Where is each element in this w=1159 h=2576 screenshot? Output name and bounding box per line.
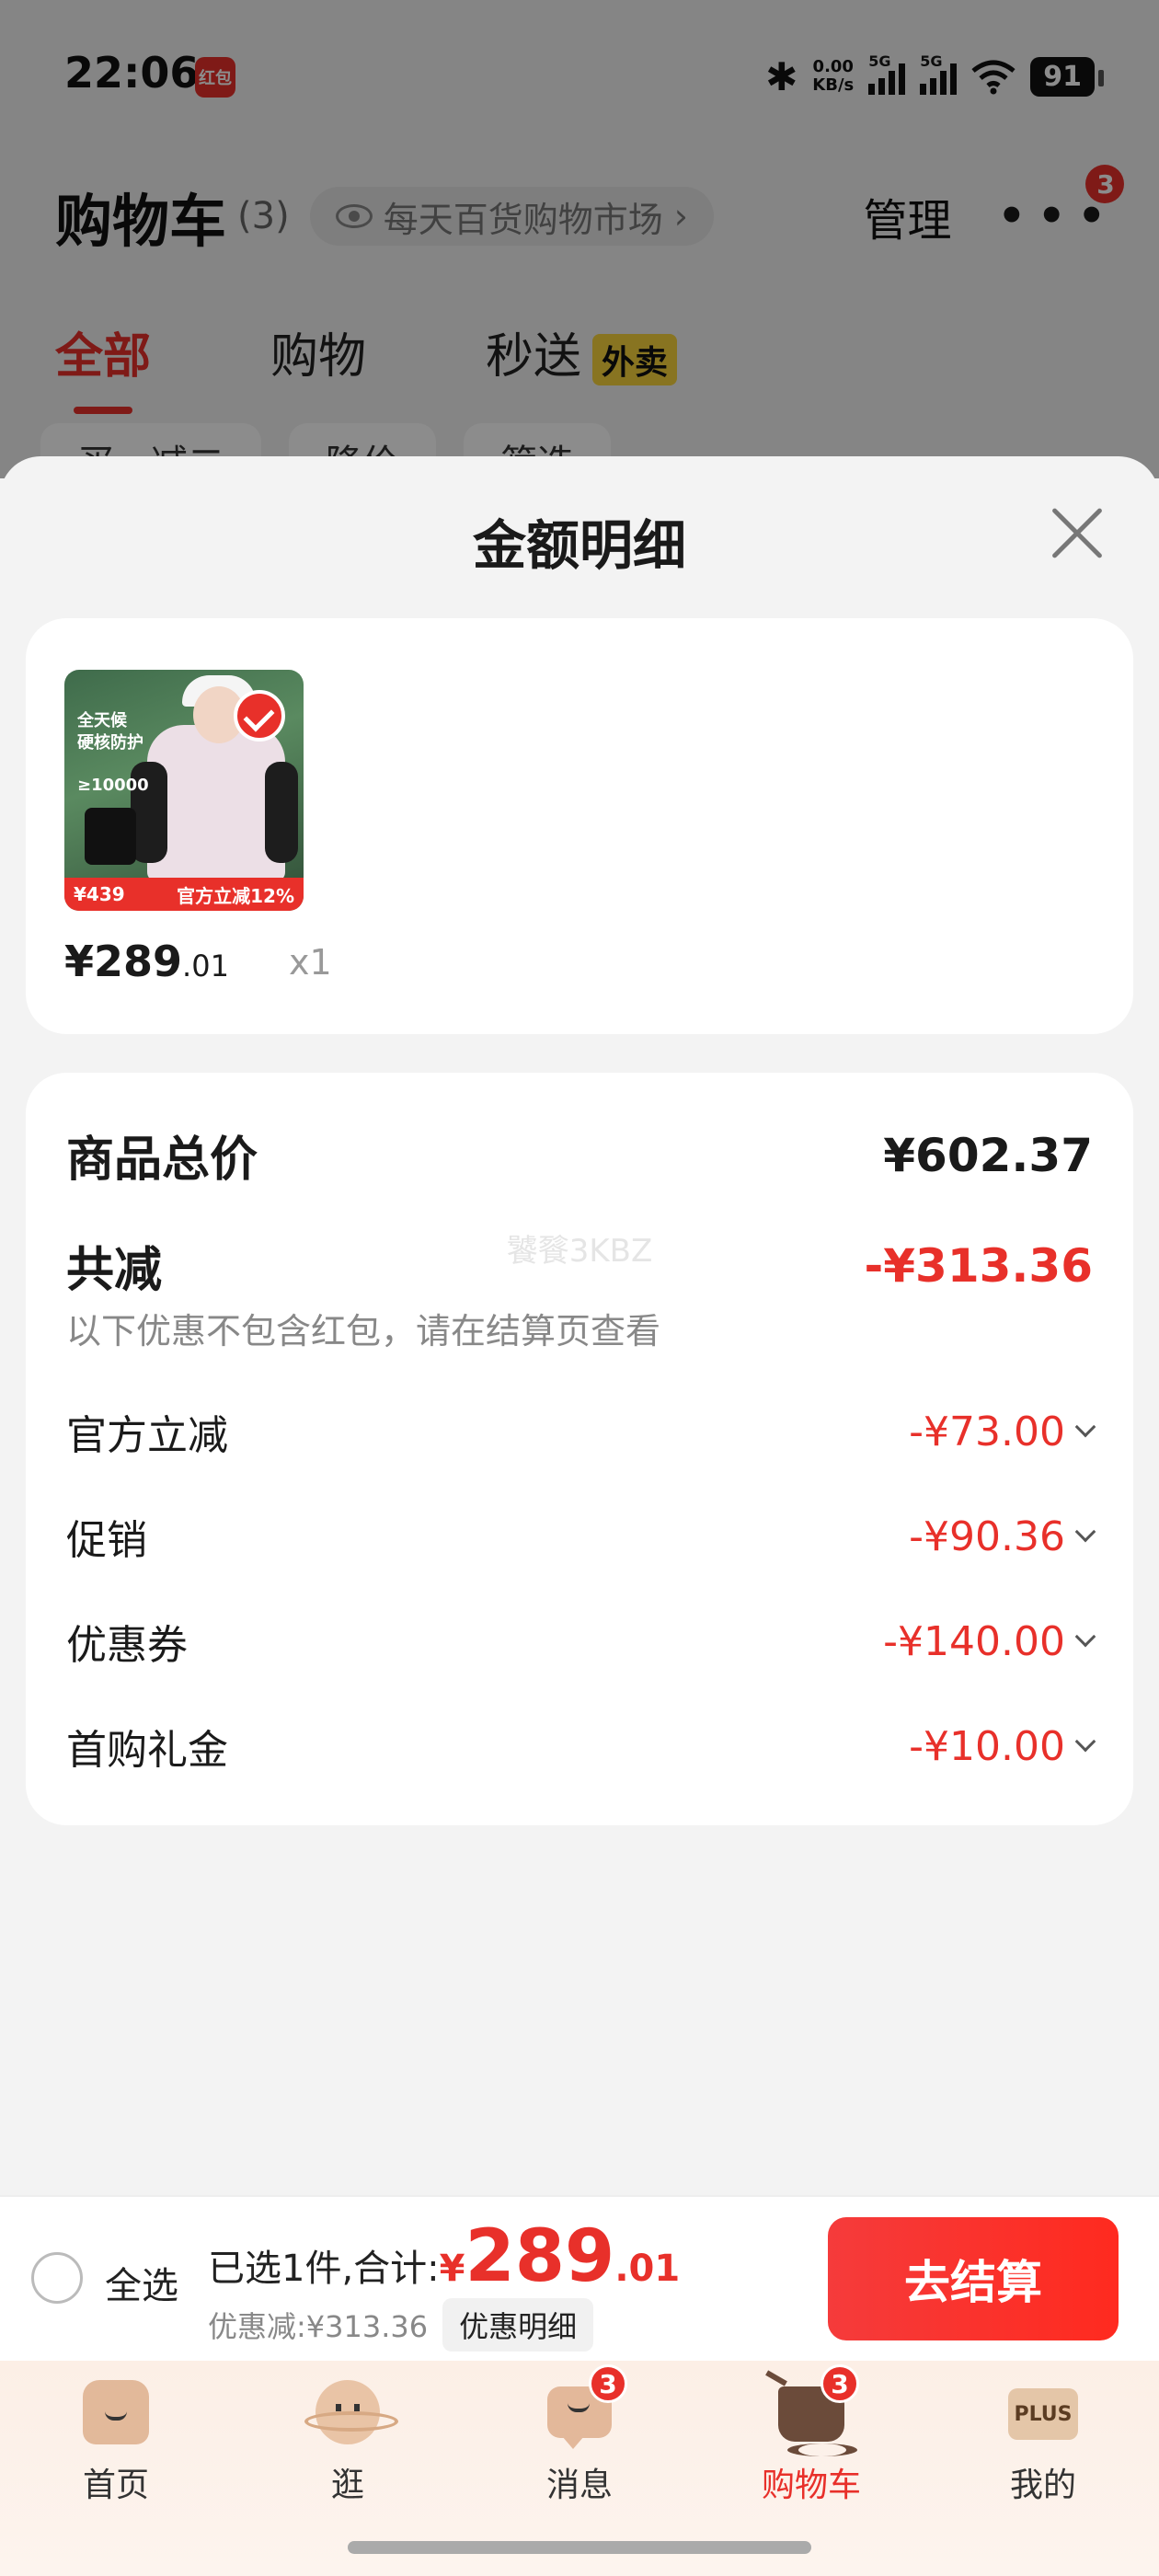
chevron-down-icon — [1074, 1416, 1096, 1438]
tab-mine[interactable]: PLUS 我的 — [927, 2361, 1159, 2576]
currency-symbol: ¥ — [439, 2248, 465, 2290]
checkout-bar: 全选 已选1件,合计: ¥ 289 .01 优惠减:¥313.36 优惠明细 去… — [0, 2195, 1159, 2361]
product-price: ¥289.01 — [64, 937, 229, 986]
product-quantity: x1 — [289, 942, 332, 983]
close-icon[interactable] — [1049, 504, 1106, 561]
home-indicator[interactable] — [348, 2541, 811, 2554]
select-all-label[interactable]: 全选 — [105, 2256, 178, 2309]
total-price-label: 商品总价 — [66, 1133, 258, 1188]
checkout-button[interactable]: 去结算 — [828, 2217, 1119, 2340]
tab-home[interactable]: 首页 — [0, 2361, 232, 2576]
total-summary: 已选1件,合计: ¥ 289 .01 — [208, 2215, 680, 2298]
inset-jacket-graphic — [85, 808, 136, 865]
product-image-text: 全天候 硬核防护 ≥10000 — [77, 711, 149, 795]
discount-row-first-purchase[interactable]: 首购礼金 -¥10.00 — [66, 1717, 1096, 1776]
select-all-checkbox[interactable] — [31, 2252, 83, 2304]
modal-overlay[interactable] — [0, 0, 1159, 478]
total-amount-decimal: .01 — [614, 2248, 681, 2290]
amount-detail-sheet: 金额明细 全天候 硬核防护 ≥10000 ¥439 官方立减12% ¥289.0… — [0, 456, 1159, 2195]
discount-amount: -¥90.36 — [909, 1512, 1065, 1560]
selected-count-text: 已选1件,合计: — [208, 2248, 440, 2290]
discount-summary: 优惠减:¥313.36 优惠明细 — [208, 2298, 594, 2352]
chevron-down-icon — [1074, 1731, 1096, 1753]
total-reduction-value: -¥313.36 — [864, 1238, 1094, 1293]
total-price-value: ¥602.37 — [883, 1128, 1093, 1182]
chevron-down-icon — [1074, 1626, 1096, 1648]
chevron-down-icon — [1074, 1521, 1096, 1543]
discount-label: 促销 — [66, 1517, 147, 1564]
discount-amount: -¥10.00 — [909, 1722, 1065, 1770]
discount-row-coupon[interactable]: 优惠券 -¥140.00 — [66, 1612, 1096, 1671]
discount-row-official[interactable]: 官方立减 -¥73.00 — [66, 1402, 1096, 1461]
product-image[interactable]: 全天候 硬核防护 ≥10000 ¥439 官方立减12% — [64, 670, 304, 911]
cart-icon: 3 — [776, 2364, 859, 2456]
discount-row-promotion[interactable]: 促销 -¥90.36 — [66, 1507, 1096, 1566]
product-image-banner: ¥439 官方立减12% — [64, 878, 304, 911]
jacket-graphic — [131, 725, 298, 881]
product-card: 全天候 硬核防护 ≥10000 ¥439 官方立减12% ¥289.01 x1 — [26, 618, 1133, 1034]
reduction-note: 以下优惠不包含红包，请在结算页查看 — [66, 1311, 661, 1351]
total-reduction-row: 共减 -¥313.36 — [66, 1231, 1093, 1300]
discount-label: 优惠券 — [66, 1622, 188, 1669]
total-amount-integer: 289 — [465, 2215, 615, 2298]
discount-amount: -¥73.00 — [909, 1408, 1065, 1455]
checkmark-icon — [234, 690, 285, 742]
total-reduction-label: 共减 — [66, 1243, 163, 1298]
home-icon — [81, 2377, 151, 2447]
plus-icon: PLUS — [1008, 2377, 1078, 2447]
discount-label: 首购礼金 — [66, 1727, 228, 1774]
message-icon: 3 — [545, 2364, 627, 2449]
total-price-row: 商品总价 ¥602.37 — [66, 1121, 1093, 1190]
planet-icon — [304, 2377, 398, 2447]
message-badge: 3 — [589, 2364, 627, 2403]
discount-summary-text: 优惠减:¥313.36 — [208, 2309, 429, 2344]
discount-label: 官方立减 — [66, 1412, 228, 1459]
sheet-title: 金额明细 — [472, 514, 686, 577]
cart-badge: 3 — [820, 2364, 859, 2403]
discount-amount: -¥140.00 — [883, 1617, 1065, 1665]
discount-detail-button[interactable]: 优惠明细 — [442, 2298, 594, 2352]
price-breakdown-card: 商品总价 ¥602.37 饕餮3KBZ 共减 -¥313.36 以下优惠不包含红… — [26, 1073, 1133, 1825]
